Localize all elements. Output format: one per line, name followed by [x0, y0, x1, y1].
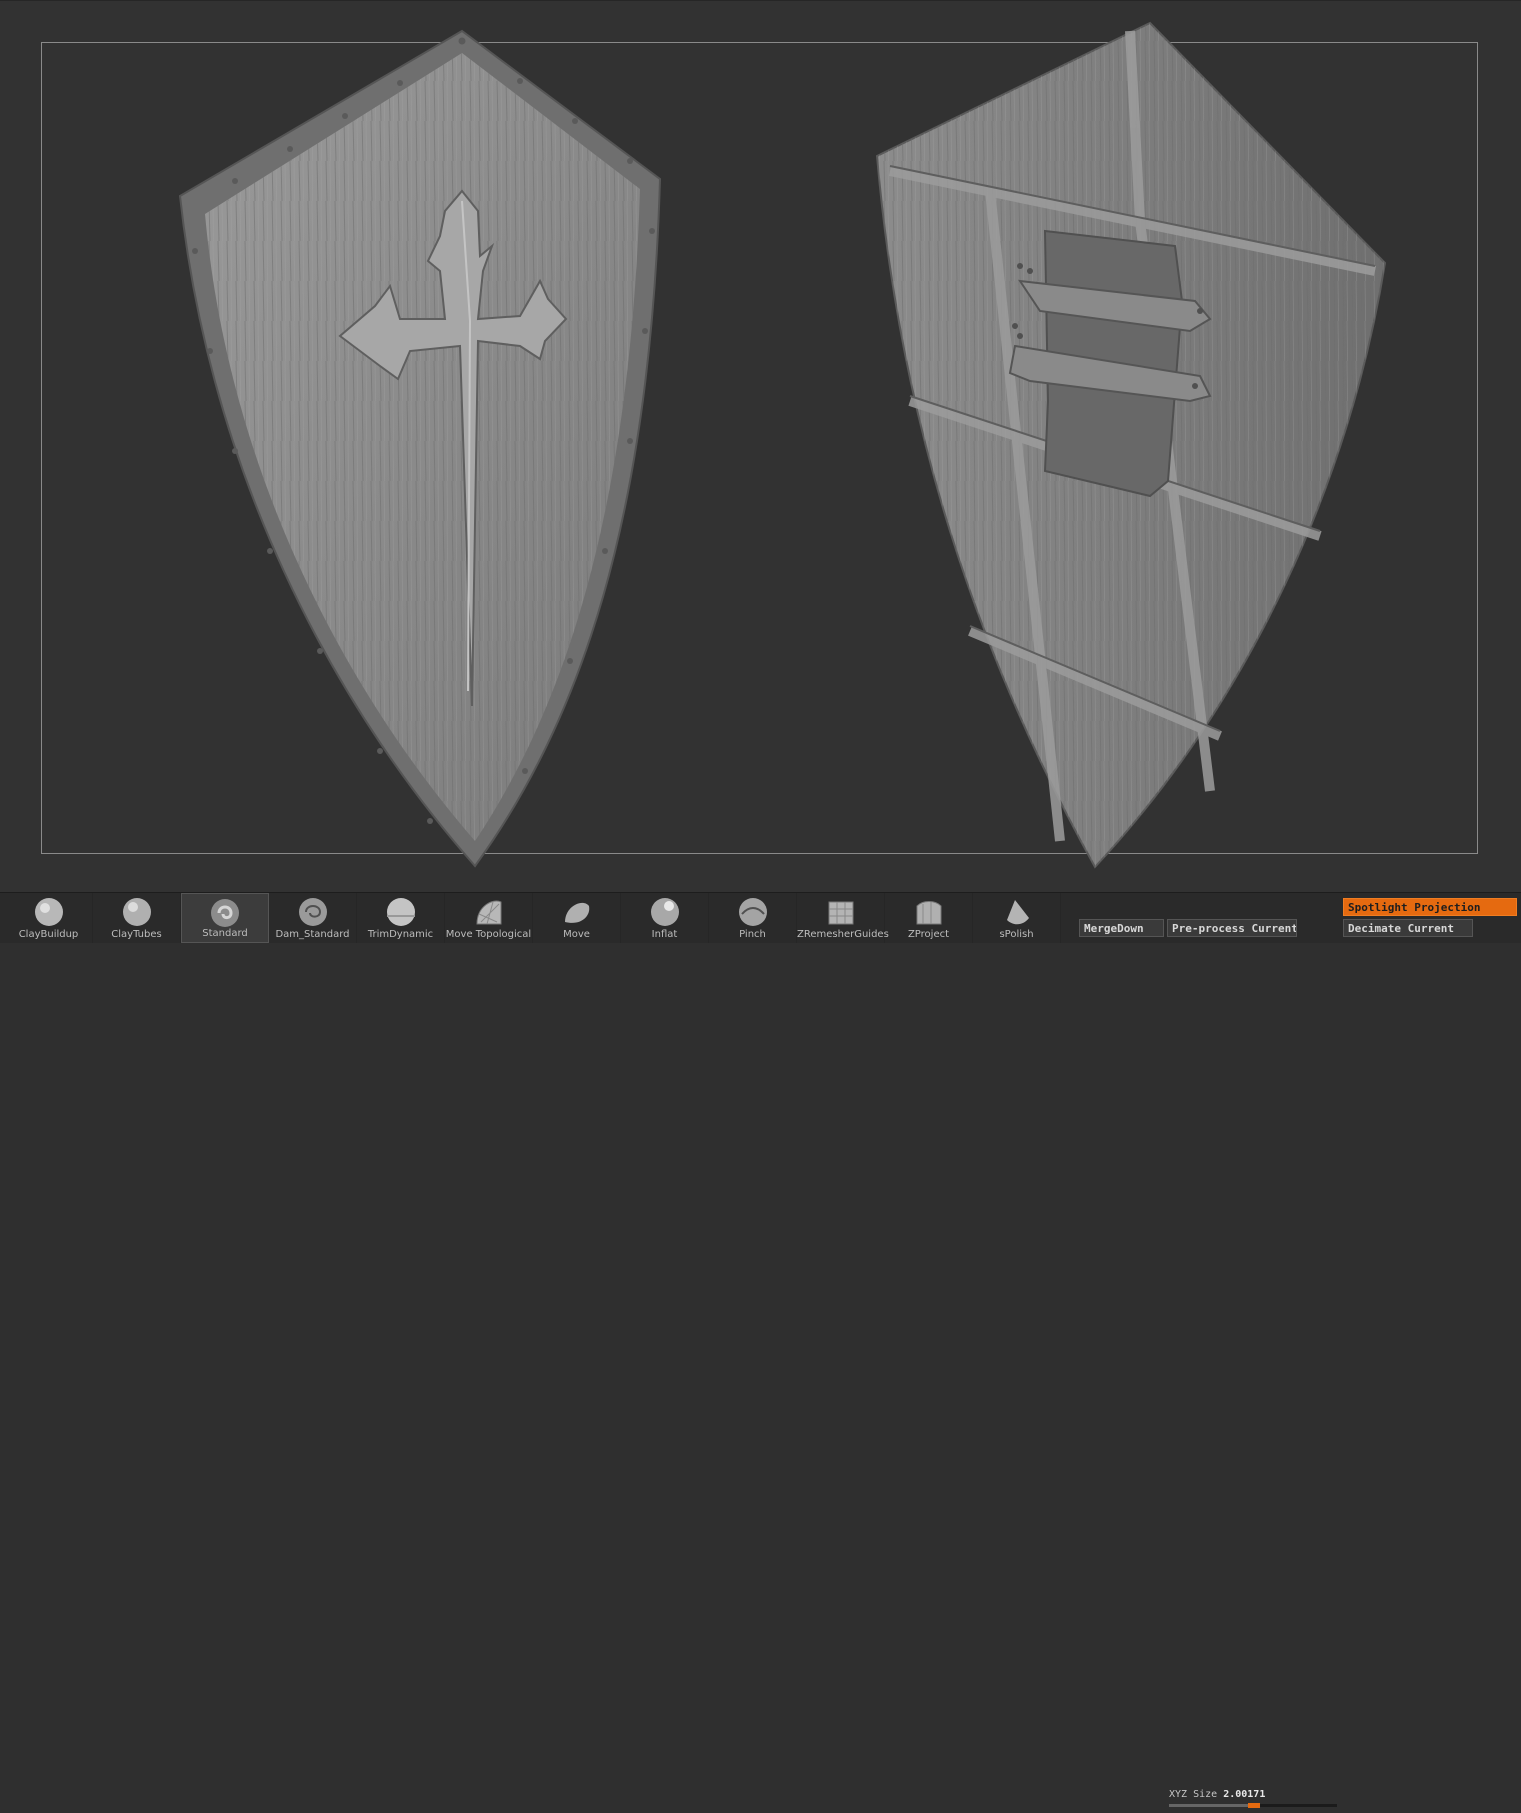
- zremesher-guides-brush-icon: [825, 896, 857, 928]
- trim-dynamic-brush-icon: [385, 896, 417, 928]
- brush-zremesher-guides[interactable]: ZRemesherGuides: [797, 893, 889, 943]
- merge-down-button[interactable]: MergeDown: [1079, 919, 1164, 937]
- standard-brush-icon: [209, 897, 241, 929]
- brush-pinch[interactable]: Pinch: [709, 893, 797, 943]
- xyz-size-label: XYZ Size 2.00171: [1169, 1789, 1266, 1800]
- brush-shelf: ClayBuildup ClayTubes Standard Dam_Standard…: [0, 892, 1521, 1808]
- zproject-brush-icon: [913, 896, 945, 928]
- dam-standard-brush-icon: [297, 896, 329, 928]
- document-viewport[interactable]: [0, 0, 1521, 893]
- xyz-size-track[interactable]: [1169, 1803, 1337, 1808]
- brush-spolish[interactable]: sPolish: [973, 893, 1061, 943]
- decimate-current-button[interactable]: Decimate Current: [1343, 919, 1473, 937]
- spolish-brush-icon: [1001, 896, 1033, 928]
- brush-label: Move: [563, 929, 590, 940]
- brush-label: Inflat: [651, 929, 678, 940]
- move-topological-brush-icon: [473, 896, 505, 928]
- brush-label: Dam_Standard: [275, 929, 350, 940]
- brush-label: sPolish: [999, 929, 1034, 940]
- shield-back-model: [875, 21, 1387, 869]
- brush-label: ClayBuildup: [18, 929, 79, 940]
- sculpt-scene[interactable]: [0, 1, 1521, 893]
- clay-buildup-brush-icon: [33, 896, 65, 928]
- xyz-size-knob[interactable]: [1248, 1803, 1260, 1808]
- brush-move-topological[interactable]: Move Topological: [445, 893, 533, 943]
- shield-front-model: [178, 29, 662, 868]
- brush-label: TrimDynamic: [367, 929, 434, 940]
- brush-label: Standard: [202, 928, 248, 939]
- spotlight-projection-button[interactable]: Spotlight Projection: [1343, 898, 1517, 916]
- inflat-brush-icon: [649, 896, 681, 928]
- brush-move[interactable]: Move: [533, 893, 621, 943]
- brush-zproject[interactable]: ZProject: [885, 893, 973, 943]
- clay-tubes-brush-icon: [121, 896, 153, 928]
- preprocess-current-button[interactable]: Pre-process Current: [1167, 919, 1297, 937]
- xyz-size-slider[interactable]: XYZ Size 2.00171: [1169, 1789, 1339, 1813]
- brush-standard[interactable]: Standard: [181, 893, 269, 943]
- brush-label: Move Topological: [445, 929, 532, 940]
- move-brush-icon: [561, 896, 593, 928]
- brush-inflat[interactable]: Inflat: [621, 893, 709, 943]
- brush-trim-dynamic[interactable]: TrimDynamic: [357, 893, 445, 943]
- brush-clay-tubes[interactable]: ClayTubes: [93, 893, 181, 943]
- brush-label: ZRemesherGuides: [797, 929, 889, 940]
- xyz-size-fill: [1169, 1804, 1248, 1807]
- xyz-size-value: 2.00171: [1223, 1789, 1266, 1800]
- pinch-brush-icon: [737, 896, 769, 928]
- brush-dam-standard[interactable]: Dam_Standard: [269, 893, 357, 943]
- brush-label: ClayTubes: [111, 929, 162, 940]
- brush-label: Pinch: [739, 929, 766, 940]
- brush-label: ZProject: [907, 929, 950, 940]
- brush-clay-buildup[interactable]: ClayBuildup: [5, 893, 93, 943]
